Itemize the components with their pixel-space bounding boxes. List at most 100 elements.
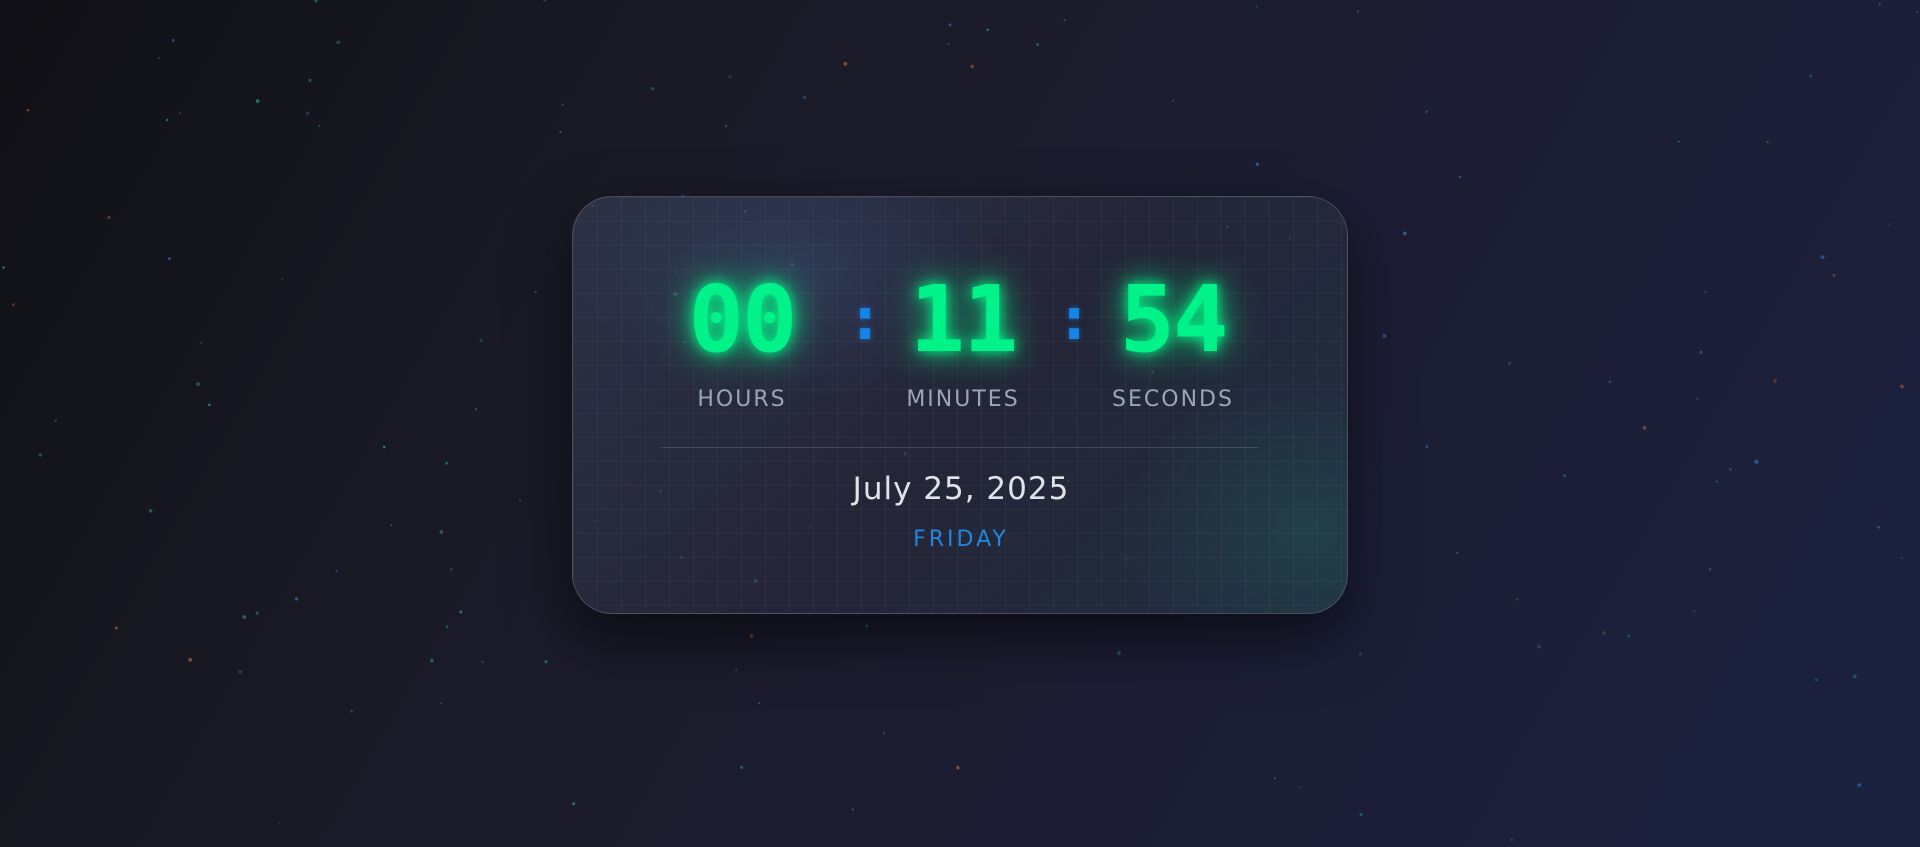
- hours-digits: 00: [688, 266, 798, 373]
- star-dot: [171, 39, 175, 42]
- star-dot: [26, 108, 30, 112]
- star-dot: [1255, 5, 1258, 8]
- star-dot: [440, 702, 443, 705]
- star-dot: [278, 822, 281, 825]
- star-dot: [728, 75, 732, 79]
- star-dot: [1754, 459, 1759, 464]
- star-dot: [1255, 162, 1260, 167]
- star-dot: [1358, 652, 1363, 656]
- star-dot: [200, 341, 203, 345]
- star-dot: [970, 64, 975, 69]
- star-dot: [1402, 231, 1407, 236]
- star-dot: [851, 808, 855, 811]
- star-dot: [475, 408, 478, 411]
- star-dot: [1887, 223, 1890, 226]
- star-dot: [1916, 11, 1919, 13]
- star-dot: [196, 382, 200, 386]
- star-dot: [305, 111, 310, 115]
- star-dot: [318, 124, 321, 127]
- star-dot: [208, 403, 211, 407]
- star-dot: [947, 42, 950, 46]
- star-dot: [1852, 674, 1857, 679]
- star-dot: [749, 634, 754, 638]
- star-dot: [255, 611, 259, 615]
- star-dot: [1708, 567, 1712, 571]
- star-dot: [430, 659, 434, 663]
- star-dot: [2, 266, 5, 269]
- star-dot: [479, 339, 483, 342]
- star-dot: [314, 0, 318, 3]
- star-dot: [335, 569, 339, 573]
- clock-card: 00 HOURS : 11 MINUTES : 54 SECONDS July …: [572, 196, 1348, 614]
- seconds-digits: 54: [1119, 266, 1229, 373]
- star-dot: [1425, 110, 1428, 113]
- star-dot: [308, 78, 312, 82]
- seconds-unit: 54 SECONDS: [1073, 266, 1273, 413]
- star-dot: [986, 28, 990, 32]
- star-dot: [1602, 631, 1606, 635]
- star-dot: [739, 765, 744, 770]
- star-dot: [1773, 379, 1777, 383]
- star-dot: [559, 131, 562, 134]
- star-dot: [1696, 397, 1699, 400]
- star-dot: [561, 103, 564, 106]
- star-dot: [179, 112, 182, 115]
- divider: [661, 447, 1259, 448]
- minutes-unit: 11 MINUTES: [863, 266, 1063, 413]
- star-dot: [1877, 526, 1880, 529]
- star-dot: [543, 0, 547, 2]
- star-dot: [238, 670, 243, 674]
- star-dot: [445, 462, 448, 465]
- star-dot: [1117, 651, 1121, 655]
- star-dot: [281, 277, 284, 280]
- star-dot: [1900, 384, 1904, 389]
- star-dot: [735, 668, 738, 671]
- star-dot: [1273, 777, 1276, 780]
- star-dot: [1563, 474, 1566, 477]
- star-dot: [38, 453, 43, 457]
- star-dot: [1356, 10, 1360, 13]
- star-dot: [445, 625, 449, 628]
- star-dot: [758, 702, 761, 705]
- star-dot: [1728, 467, 1732, 471]
- star-dot: [481, 660, 484, 663]
- star-dot: [1507, 361, 1512, 365]
- star-dot: [114, 626, 118, 630]
- star-dot: [54, 419, 57, 423]
- star-dot: [1516, 598, 1519, 601]
- star-dot: [1715, 480, 1718, 483]
- star-dot: [1627, 634, 1631, 638]
- star-dot: [544, 660, 548, 664]
- star-dot: [158, 56, 161, 60]
- star-dot: [1900, 556, 1903, 560]
- star-dot: [390, 524, 393, 527]
- star-dot: [948, 23, 952, 27]
- star-dot: [1458, 175, 1462, 179]
- star-dot: [1766, 141, 1769, 144]
- star-dot: [724, 124, 728, 128]
- hours-unit: 00 HOURS: [642, 266, 842, 413]
- star-dot: [148, 508, 153, 513]
- star-dot: [843, 61, 848, 66]
- minutes-label: MINUTES: [906, 387, 1020, 412]
- minutes-digits: 11: [909, 266, 1019, 373]
- star-dot: [165, 118, 169, 122]
- star-dot: [1820, 255, 1825, 259]
- star-dot: [255, 99, 260, 103]
- star-dot: [450, 568, 453, 571]
- weekday-text: FRIDAY: [913, 527, 1009, 552]
- seconds-label: SECONDS: [1112, 387, 1234, 412]
- star-dot: [294, 597, 299, 601]
- date-text: July 25, 2025: [852, 471, 1070, 507]
- star-dot: [1456, 551, 1459, 554]
- star-dot: [651, 87, 655, 91]
- star-dot: [439, 530, 444, 534]
- star-dot: [519, 499, 521, 502]
- star-dot: [1704, 290, 1707, 293]
- star-dot: [1832, 273, 1836, 277]
- star-dot: [1063, 19, 1066, 22]
- star-dot: [1642, 426, 1647, 430]
- star-dot: [572, 802, 576, 806]
- star-dot: [534, 291, 537, 294]
- star-dot: [1608, 380, 1612, 384]
